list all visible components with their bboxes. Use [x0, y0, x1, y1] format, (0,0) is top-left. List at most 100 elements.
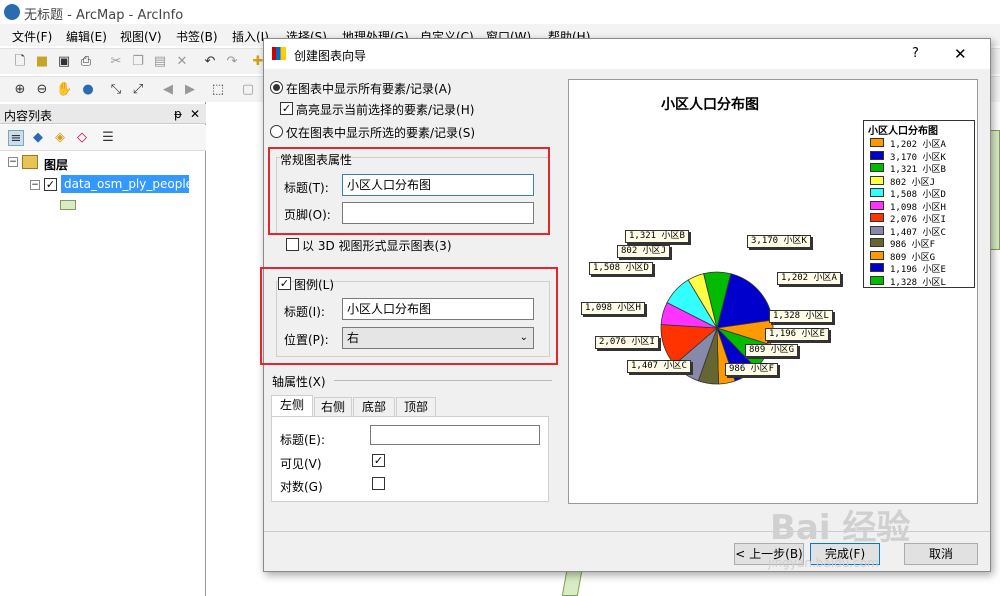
toc-title: 内容列表	[4, 109, 53, 123]
show-all-records-radio[interactable]	[270, 81, 283, 94]
legend-title: 小区人口分布图	[868, 126, 938, 137]
fixed-zoom-out-icon[interactable]: ⤢	[130, 82, 146, 98]
dialog-titlebar: 创建图表向导 ? ✕	[264, 39, 990, 69]
axis-visible-checkbox[interactable]: ✓	[372, 454, 385, 467]
help-button[interactable]: ?	[912, 46, 919, 61]
collapse-layers-icon[interactable]: −	[8, 157, 18, 167]
save-icon[interactable]: ▣	[56, 54, 72, 70]
legend-entry-label: 1,196 小区E	[890, 265, 946, 275]
pie-data-label: 2,076 小区I	[595, 336, 659, 349]
layer-visibility-checkbox[interactable]: ✓	[44, 178, 57, 191]
legend-entry-label: 1,098 小区H	[890, 202, 946, 213]
forward-extent-icon[interactable]: ▶	[182, 82, 198, 98]
chart-title-input[interactable]: 小区人口分布图	[342, 174, 534, 196]
full-extent-icon[interactable]: ●	[80, 82, 96, 98]
pie-data-label: 1,098 小区H	[581, 302, 645, 315]
list-by-source-icon[interactable]: ◆	[30, 130, 46, 146]
legend-swatch	[870, 138, 884, 147]
open-folder-icon[interactable]: ■	[34, 54, 50, 70]
menu-view[interactable]: 视图(V)	[120, 28, 162, 45]
legend-swatch	[870, 275, 884, 285]
options-icon[interactable]: ☰	[100, 130, 116, 146]
axis-properties-header: 轴属性(X)	[272, 375, 326, 389]
legend-swatch	[870, 150, 884, 160]
legend-entry-label: 802 小区J	[890, 177, 936, 188]
delete-icon[interactable]: ✕	[174, 54, 190, 70]
legend-position-value: 右	[347, 331, 360, 345]
menu-bookmarks[interactable]: 书签(B)	[176, 28, 218, 45]
arcmap-logo-icon	[4, 4, 20, 20]
legend-entry-label: 986 小区F	[890, 240, 936, 250]
legend-swatch	[870, 175, 884, 185]
menu-edit[interactable]: 编辑(E)	[66, 28, 107, 45]
pie-data-label: 1,508 小区D	[589, 262, 653, 275]
legend-entry-label: 1,202 小区A	[890, 140, 946, 150]
legend-title-input[interactable]: 小区人口分布图	[342, 298, 534, 320]
undo-icon[interactable]: ↶	[202, 54, 218, 70]
legend-swatch	[870, 263, 884, 272]
collapse-layer-icon[interactable]: −	[30, 180, 40, 190]
new-document-icon[interactable]: 🗋	[12, 54, 28, 70]
show-all-records-label: 在图表中显示所有要素/记录(A)	[286, 82, 452, 96]
axis-title-input[interactable]	[370, 425, 540, 445]
tab-bottom[interactable]: 底部	[353, 397, 395, 417]
cut-icon[interactable]: ✂	[108, 54, 124, 70]
list-by-drawing-order-icon[interactable]: ≡	[8, 130, 24, 146]
paste-icon[interactable]: ▤	[152, 54, 168, 70]
pin-icon[interactable]: ᵽ	[174, 107, 182, 121]
show-selected-records-radio[interactable]	[270, 125, 283, 138]
show-3d-checkbox[interactable]	[286, 238, 299, 251]
legend-label: 图例(L)	[294, 278, 335, 292]
redo-icon[interactable]: ↷	[224, 54, 240, 70]
layers-icon	[22, 155, 38, 169]
pie-data-label: 1,321 小区B	[625, 230, 689, 243]
layer-name[interactable]: data_osm_ply_people	[61, 175, 193, 193]
pie-data-label: 3,170 小区K	[747, 235, 811, 248]
toc-header: 内容列表 ᵽ ✕	[0, 104, 206, 124]
chart-preview: 小区人口分布图 小区人口分布图 1,202 小区A 3,170 小区K 1,321 …	[568, 79, 978, 504]
chart-legend: 小区人口分布图 1,202 小区A 3,170 小区K 1,321 小区B 802 小…	[863, 120, 975, 288]
chart-footer-label: 页脚(O):	[284, 208, 331, 222]
legend-entry-label: 3,170 小区K	[890, 152, 946, 163]
back-extent-icon[interactable]: ◀	[160, 82, 176, 98]
menu-file[interactable]: 文件(F)	[12, 28, 52, 45]
chart-footer-input[interactable]	[342, 202, 534, 224]
legend-position-label: 位置(P):	[284, 333, 329, 347]
legend-swatch	[870, 188, 884, 197]
pan-icon[interactable]: ✋	[56, 82, 72, 98]
legend-swatch	[870, 213, 884, 222]
layer-symbol[interactable]	[60, 200, 76, 210]
clear-selection-icon[interactable]: ▢	[240, 82, 256, 98]
layers-group-label: 图层	[44, 158, 69, 172]
legend-swatch	[870, 163, 884, 172]
tab-top[interactable]: 顶部	[396, 397, 436, 417]
tab-left[interactable]: 左侧	[271, 395, 313, 417]
copy-icon[interactable]: ❐	[130, 54, 146, 70]
dialog-close-button[interactable]: ✕	[954, 45, 967, 63]
list-by-selection-icon[interactable]: ◇	[74, 130, 90, 146]
legend-swatch	[870, 250, 884, 260]
cancel-button[interactable]: 取消	[904, 543, 978, 565]
legend-position-select[interactable]: 右 ⌄	[342, 327, 534, 349]
highlight-selection-label: 高亮显示当前选择的要素/记录(H)	[296, 103, 475, 117]
create-graph-wizard-dialog: 创建图表向导 ? ✕ 在图表中显示所有要素/记录(A) ✓ 高亮显示当前选择的要…	[260, 38, 991, 572]
legend-swatch	[870, 238, 884, 247]
highlight-selection-checkbox[interactable]: ✓	[280, 102, 293, 115]
legend-entry-label: 809 小区G	[890, 252, 936, 263]
axis-log-checkbox[interactable]	[372, 477, 385, 490]
print-icon[interactable]: ⎙	[78, 54, 94, 70]
legend-swatch	[870, 225, 884, 235]
pie-data-label: 1,202 小区A	[777, 272, 841, 285]
legend-entry-label: 1,321 小区B	[890, 165, 946, 175]
pie-data-label: 1,407 小区C	[627, 360, 691, 373]
zoom-in-icon[interactable]: ⊕	[12, 82, 28, 98]
zoom-out-icon[interactable]: ⊖	[34, 82, 50, 98]
fixed-zoom-in-icon[interactable]: ⤡	[108, 82, 124, 98]
tab-right[interactable]: 右侧	[314, 397, 352, 417]
list-by-visibility-icon[interactable]: ◈	[52, 130, 68, 146]
select-features-icon[interactable]: ⬚	[210, 82, 226, 98]
legend-checkbox[interactable]: ✓	[278, 277, 291, 290]
axis-title-label: 标题(E):	[280, 433, 325, 447]
pie-data-label: 1,196 小区E	[765, 328, 829, 341]
toc-close-icon[interactable]: ✕	[190, 107, 200, 121]
